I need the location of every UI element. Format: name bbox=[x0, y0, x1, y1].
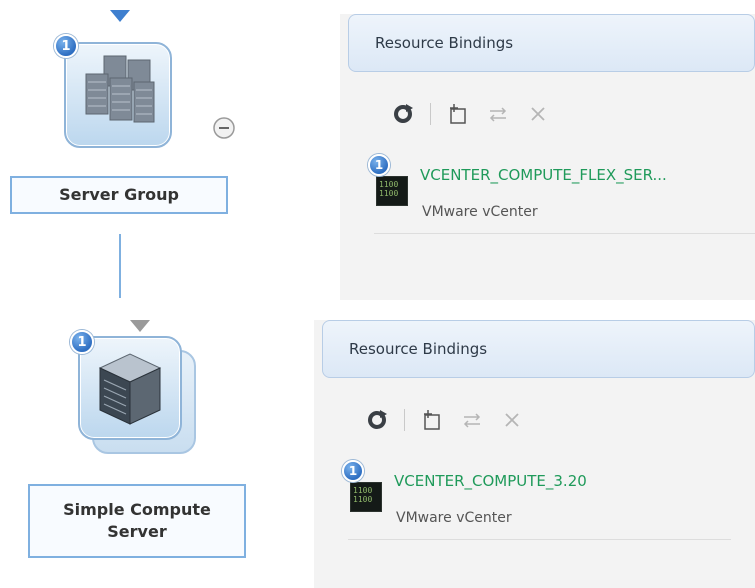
resource-bindings-panel: Resource Bindings 1100 1100 1 VCENTER_CO… bbox=[314, 320, 755, 588]
connector-arrow-bottom bbox=[130, 320, 150, 332]
binding-title[interactable]: VCENTER_COMPUTE_3.20 bbox=[394, 472, 587, 490]
panel-header: Resource Bindings bbox=[322, 320, 755, 378]
node-count-badge: 1 bbox=[54, 34, 78, 58]
server-group-node-icon[interactable] bbox=[64, 42, 172, 148]
vmware-vcenter-icon: 1100 1100 bbox=[350, 482, 382, 512]
refresh-icon[interactable] bbox=[390, 101, 416, 127]
panel-title: Resource Bindings bbox=[375, 34, 514, 52]
node-count-badge: 1 bbox=[70, 330, 94, 354]
bindings-toolbar bbox=[390, 92, 551, 136]
toolbar-separator bbox=[404, 409, 405, 431]
binding-row[interactable]: 1100 1100 1 VCENTER_COMPUTE_FLEX_SER... V… bbox=[368, 154, 755, 234]
vmware-vcenter-icon: 1100 1100 bbox=[376, 176, 408, 206]
panel-header: Resource Bindings bbox=[348, 14, 755, 72]
server-rack-cluster-icon bbox=[85, 55, 155, 123]
simple-compute-server-node-icon[interactable] bbox=[78, 336, 196, 454]
swap-icon[interactable] bbox=[485, 101, 511, 127]
swap-icon[interactable] bbox=[459, 407, 485, 433]
server-group-label[interactable]: Server Group bbox=[10, 176, 228, 214]
binding-subtitle: VMware vCenter bbox=[396, 510, 512, 526]
panel-title: Resource Bindings bbox=[349, 340, 488, 358]
delete-icon[interactable] bbox=[499, 407, 525, 433]
delete-icon[interactable] bbox=[525, 101, 551, 127]
add-binding-icon[interactable] bbox=[419, 407, 445, 433]
server-cube-icon bbox=[98, 353, 162, 425]
connector-line bbox=[119, 234, 121, 298]
resource-bindings-panel: Resource Bindings 1100 1100 1 VCENTER_CO… bbox=[340, 14, 755, 300]
connector-arrow-top bbox=[110, 10, 130, 22]
simple-compute-server-label[interactable]: Simple Compute Server bbox=[28, 484, 246, 558]
add-binding-icon[interactable] bbox=[445, 101, 471, 127]
binding-count-badge: 1 bbox=[342, 460, 364, 482]
minus-circle-icon[interactable] bbox=[212, 116, 236, 140]
binding-count-badge: 1 bbox=[368, 154, 390, 176]
refresh-icon[interactable] bbox=[364, 407, 390, 433]
binding-row[interactable]: 1100 1100 1 VCENTER_COMPUTE_3.20 VMware v… bbox=[342, 460, 731, 540]
bindings-toolbar bbox=[364, 398, 525, 442]
toolbar-separator bbox=[430, 103, 431, 125]
binding-subtitle: VMware vCenter bbox=[422, 204, 538, 220]
binding-title[interactable]: VCENTER_COMPUTE_FLEX_SER... bbox=[420, 166, 667, 184]
